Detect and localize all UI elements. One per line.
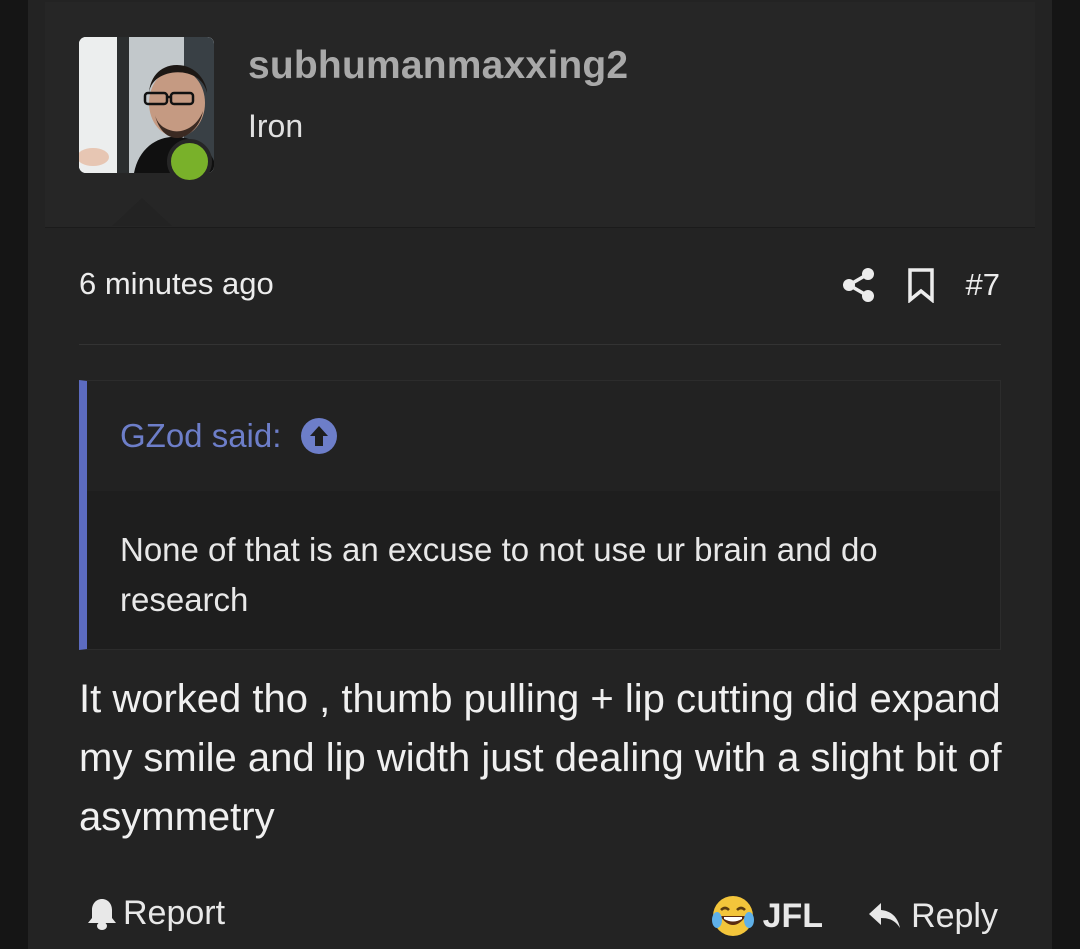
reply-label: Reply (911, 896, 998, 935)
quote-text: None of that is an excuse to not use ur … (120, 531, 878, 618)
reply-button[interactable]: Reply (867, 897, 998, 936)
user-title: Iron (248, 108, 304, 144)
post-message: It worked tho , thumb pulling + lip cutt… (79, 677, 1002, 839)
quote-author-link[interactable]: GZod said: (120, 417, 281, 455)
divider (79, 344, 1001, 345)
share-icon[interactable] (842, 267, 876, 303)
reply-arrow-icon (869, 903, 901, 928)
post-number-link[interactable]: #7 (966, 267, 1000, 303)
user-block-pointer (112, 198, 172, 226)
post-footer-actions: JFL Reply (711, 894, 998, 938)
report-link[interactable]: Report (87, 894, 225, 933)
report-label: Report (123, 894, 226, 932)
username[interactable]: subhumanmaxxing2 (248, 44, 628, 88)
react-button[interactable]: JFL (711, 894, 823, 938)
post-container: subhumanmaxxing2 Iron 6 minutes ago #7 G… (28, 0, 1052, 949)
react-label: JFL (762, 896, 824, 935)
bookmark-icon[interactable] (906, 267, 936, 303)
laughing-crying-emoji-icon (711, 896, 754, 936)
bell-icon (88, 898, 116, 930)
online-status-indicator (167, 139, 212, 184)
post-actions: #7 (842, 262, 1000, 308)
post-timestamp[interactable]: 6 minutes ago (79, 266, 274, 302)
arrow-up-circle-icon[interactable] (301, 418, 338, 454)
quote-block: GZod said: None of that is an excuse to … (79, 380, 1001, 650)
quote-header: GZod said: (87, 381, 1000, 491)
